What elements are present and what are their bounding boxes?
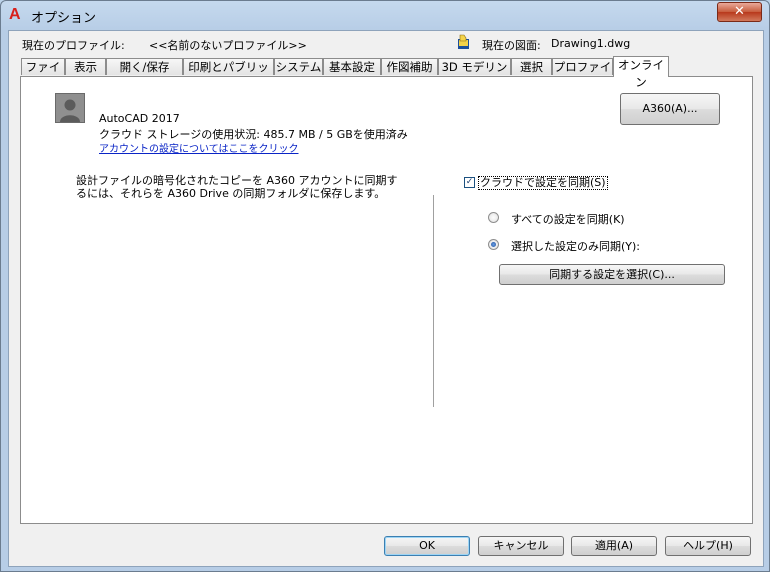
vertical-divider bbox=[433, 195, 434, 407]
cancel-button[interactable]: キャンセル bbox=[478, 536, 564, 556]
drawing-file-icon bbox=[458, 34, 469, 49]
online-tab-panel: AutoCAD 2017 クラウド ストレージの使用状況: 485.7 MB /… bbox=[20, 76, 753, 524]
tab-open-save[interactable]: 開く/保存 bbox=[106, 58, 183, 75]
sync-selected-label[interactable]: 選択した設定のみ同期(Y): bbox=[511, 238, 640, 254]
sync-selected-radio[interactable] bbox=[488, 239, 499, 250]
close-button[interactable]: ✕ bbox=[717, 2, 762, 22]
product-name: AutoCAD 2017 bbox=[99, 112, 180, 125]
current-profile-label: 現在のプロファイル: bbox=[22, 39, 125, 52]
tab-strip: ファイル 表示 開く/保存 印刷とパブリッシュ システム 基本設定 作図補助 3… bbox=[21, 56, 761, 91]
tab-user-preferences[interactable]: 基本設定 bbox=[323, 58, 381, 75]
tab-online[interactable]: オンライン bbox=[613, 56, 669, 89]
user-silhouette-icon bbox=[56, 94, 84, 122]
ok-button[interactable]: OK bbox=[384, 536, 470, 556]
tab-3d-modeling[interactable]: 3D モデリング bbox=[438, 58, 511, 91]
current-drawing-value: Drawing1.dwg bbox=[551, 37, 631, 50]
profile-row: 現在のプロファイル: <<名前のないプロファイル>> 現在の図面: Drawin… bbox=[9, 31, 763, 53]
apply-button[interactable]: 適用(A) bbox=[571, 536, 657, 556]
tab-display[interactable]: 表示 bbox=[65, 58, 106, 75]
window-title: オプション bbox=[31, 11, 97, 26]
tab-plot-publish[interactable]: 印刷とパブリッシュ bbox=[183, 58, 274, 91]
options-dialog: A オプション ✕ 現在のプロファイル: <<名前のないプロファイル>> 現在の… bbox=[0, 0, 770, 572]
cloud-sync-checkbox[interactable]: ✓ bbox=[464, 177, 475, 188]
autocad-logo-icon: A bbox=[9, 6, 21, 23]
dialog-body: 現在のプロファイル: <<名前のないプロファイル>> 現在の図面: Drawin… bbox=[8, 30, 764, 567]
tab-selection[interactable]: 選択 bbox=[511, 58, 552, 75]
sync-description: 設計ファイルの暗号化されたコピーを A360 アカウントに同期するには、それらを… bbox=[76, 174, 398, 200]
tab-system[interactable]: システム bbox=[274, 58, 323, 75]
help-button[interactable]: ヘルプ(H) bbox=[665, 536, 751, 556]
a360-button[interactable]: A360(A)... bbox=[620, 93, 720, 125]
account-settings-link[interactable]: アカウントの設定についてはここをクリック bbox=[99, 140, 299, 155]
tab-profiles[interactable]: プロファイル bbox=[552, 58, 613, 91]
select-sync-settings-button[interactable]: 同期する設定を選択(C)... bbox=[499, 264, 725, 285]
tab-drafting[interactable]: 作図補助 bbox=[381, 58, 438, 75]
user-avatar bbox=[55, 93, 85, 123]
title-bar: A オプション ✕ bbox=[1, 1, 769, 29]
current-drawing-label: 現在の図面: bbox=[482, 39, 541, 52]
cloud-sync-label[interactable]: クラウドで設定を同期(S) bbox=[478, 176, 608, 190]
tab-files[interactable]: ファイル bbox=[21, 58, 65, 91]
sync-all-label[interactable]: すべての設定を同期(K) bbox=[511, 211, 625, 227]
current-profile-value: <<名前のないプロファイル>> bbox=[149, 39, 307, 52]
sync-all-radio[interactable] bbox=[488, 212, 499, 223]
